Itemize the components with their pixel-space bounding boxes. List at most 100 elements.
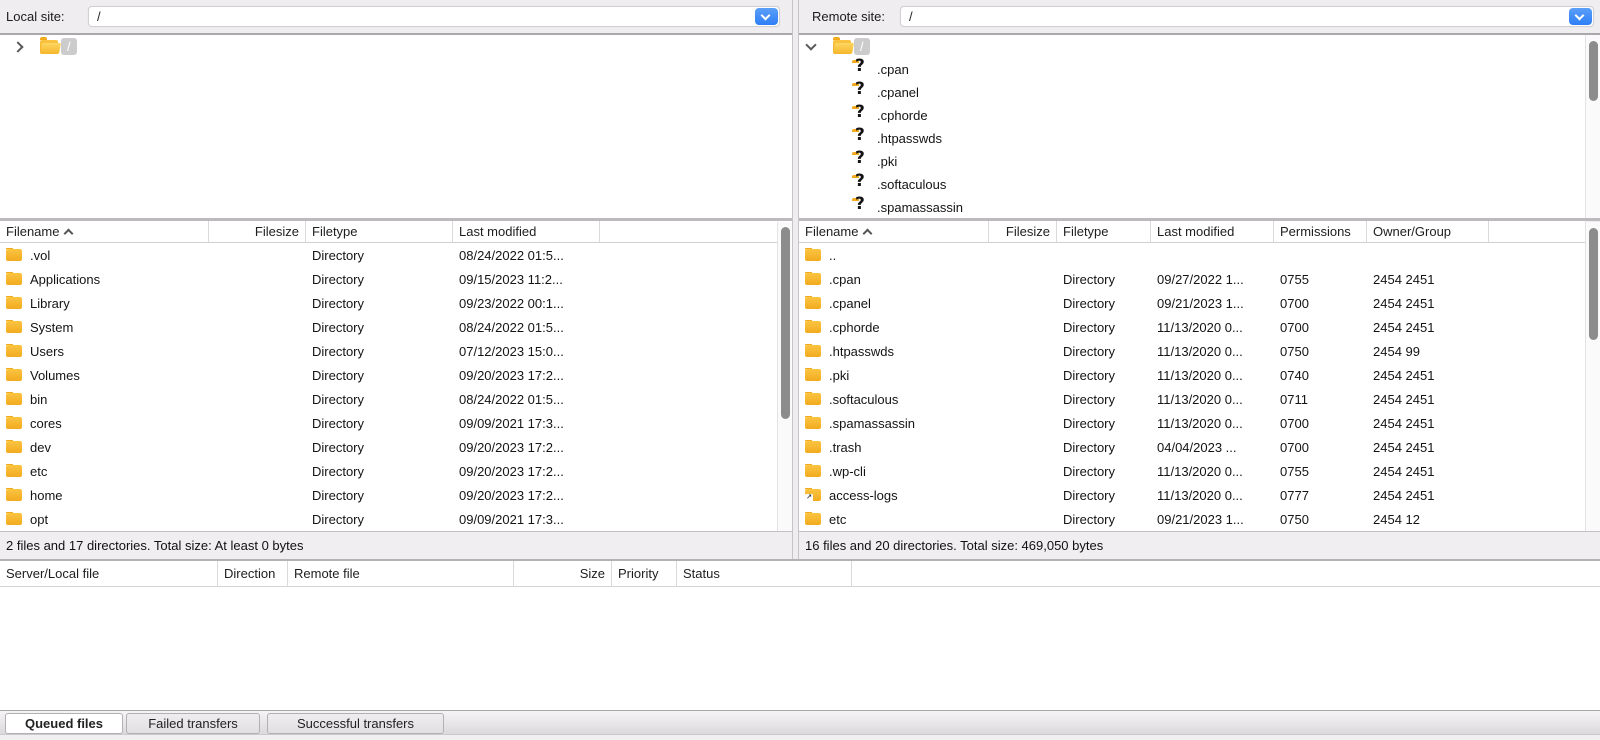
question-mark-icon: ? (855, 196, 865, 213)
file-name-label: dev (30, 440, 51, 455)
chevron-down-icon[interactable] (805, 39, 816, 50)
file-row[interactable]: optDirectory09/09/2021 17:3... (0, 507, 792, 531)
remote-tree-item[interactable]: ?.cphorde (799, 104, 1585, 127)
tab-failed-transfers[interactable]: Failed transfers (126, 713, 260, 734)
file-row[interactable]: .. (799, 243, 1585, 267)
file-row[interactable]: LibraryDirectory09/23/2022 00:1... (0, 291, 792, 315)
column-header-label: Direction (224, 561, 275, 586)
file-row[interactable]: SystemDirectory08/24/2022 01:5... (0, 315, 792, 339)
file-row[interactable]: homeDirectory09/20/2023 17:2... (0, 483, 792, 507)
remote-tree-item[interactable]: ?.spamassassin (799, 196, 1585, 218)
file-row[interactable]: VolumesDirectory09/20/2023 17:2... (0, 363, 792, 387)
column-header-filetype[interactable]: Filetype (306, 221, 453, 242)
remote-tree-item[interactable]: ?.htpasswds (799, 127, 1585, 150)
pane-splitter[interactable] (792, 0, 799, 559)
file-row[interactable]: .pkiDirectory11/13/2020 0...07402454 245… (799, 363, 1585, 387)
remote-tree-item-label: .cpan (877, 62, 909, 77)
folder-icon (805, 393, 821, 405)
column-header-permissions[interactable]: Permissions (1274, 221, 1367, 242)
file-row[interactable]: .cpanDirectory09/27/2022 1...07552454 24… (799, 267, 1585, 291)
file-filetype-cell: Directory (306, 296, 453, 311)
file-name-cell: Applications (0, 272, 209, 287)
local-list-scrollbar[interactable] (777, 222, 792, 531)
local-tree-root-label: / (61, 38, 77, 55)
remote-site-label: Remote site: (812, 9, 885, 24)
file-modified-cell: 09/23/2022 00:1... (453, 296, 600, 311)
local-list-scrollbar-thumb[interactable] (781, 227, 790, 419)
folder-icon (6, 513, 22, 525)
file-row[interactable]: etcDirectory09/21/2023 1...07502454 12 (799, 507, 1585, 531)
file-row[interactable]: ↗access-logsDirectory11/13/2020 0...0777… (799, 483, 1585, 507)
remote-tree-root-item[interactable]: / (799, 35, 1585, 58)
file-modified-cell: 08/24/2022 01:5... (453, 320, 600, 335)
remote-tree-item[interactable]: ?.cpanel (799, 81, 1585, 104)
file-row[interactable]: UsersDirectory07/12/2023 15:0... (0, 339, 792, 363)
file-row[interactable]: ApplicationsDirectory09/15/2023 11:2... (0, 267, 792, 291)
file-row[interactable]: etcDirectory09/20/2023 17:2... (0, 459, 792, 483)
column-header-server-local-file[interactable]: Server/Local file (0, 561, 218, 586)
file-name-label: access-logs (829, 488, 898, 503)
unknown-folder-icon: ? (852, 86, 870, 100)
folder-icon (6, 393, 22, 405)
file-modified-cell: 09/20/2023 17:2... (453, 464, 600, 479)
file-name-cell: .htpasswds (799, 344, 989, 359)
local-site-dropdown-button[interactable] (755, 8, 778, 25)
remote-tree-item[interactable]: ?.softaculous (799, 173, 1585, 196)
column-header-status[interactable]: Status (677, 561, 852, 586)
sort-ascending-icon (64, 228, 74, 238)
chevron-down-icon (761, 11, 771, 21)
column-header-label: Filesize (1006, 221, 1050, 242)
file-row[interactable]: .softaculousDirectory11/13/2020 0...0711… (799, 387, 1585, 411)
file-row[interactable]: .spamassassinDirectory11/13/2020 0...070… (799, 411, 1585, 435)
column-header-filetype[interactable]: Filetype (1057, 221, 1151, 242)
file-row[interactable]: devDirectory09/20/2023 17:2... (0, 435, 792, 459)
remote-list-scrollbar[interactable] (1585, 222, 1600, 531)
file-filetype-cell: Directory (306, 416, 453, 431)
column-header-last-modified[interactable]: Last modified (453, 221, 600, 242)
remote-tree-item[interactable]: ?.pki (799, 150, 1585, 173)
column-header-filename[interactable]: Filename (0, 221, 209, 242)
chevron-right-icon[interactable] (12, 41, 23, 52)
column-header-filename[interactable]: Filename (799, 221, 989, 242)
file-modified-cell: 11/13/2020 0... (1151, 392, 1274, 407)
file-row[interactable]: .volDirectory08/24/2022 01:5... (0, 243, 792, 267)
file-modified-cell: 08/24/2022 01:5... (453, 248, 600, 263)
folder-icon (6, 345, 22, 357)
column-header-size[interactable]: Size (514, 561, 612, 586)
column-header-direction[interactable]: Direction (218, 561, 288, 586)
file-name-cell: ↗access-logs (799, 488, 989, 503)
folder-icon (805, 345, 821, 357)
file-row[interactable]: .wp-cliDirectory11/13/2020 0...07552454 … (799, 459, 1585, 483)
remote-site-combobox[interactable]: / (900, 6, 1594, 27)
column-header-priority[interactable]: Priority (612, 561, 677, 586)
remote-list-scrollbar-thumb[interactable] (1589, 228, 1598, 340)
local-site-combobox[interactable]: / (88, 6, 780, 27)
chevron-down-icon (1575, 11, 1585, 21)
column-header-owner-group[interactable]: Owner/Group (1367, 221, 1489, 242)
remote-tree-scrollbar[interactable] (1585, 35, 1600, 218)
remote-tree-scrollbar-thumb[interactable] (1589, 41, 1598, 101)
file-row[interactable]: .trashDirectory04/04/2023 ...07002454 24… (799, 435, 1585, 459)
folder-icon (6, 417, 22, 429)
column-header-filesize[interactable]: Filesize (989, 221, 1057, 242)
remote-status-bar: 16 files and 20 directories. Total size:… (799, 531, 1600, 559)
tab-successful-transfers[interactable]: Successful transfers (267, 713, 444, 734)
file-row[interactable]: .cphordeDirectory11/13/2020 0...07002454… (799, 315, 1585, 339)
column-header-label: Permissions (1280, 221, 1351, 242)
column-header-filesize[interactable]: Filesize (209, 221, 306, 242)
file-name-label: bin (30, 392, 47, 407)
column-header-remote-file[interactable]: Remote file (288, 561, 514, 586)
remote-site-dropdown-button[interactable] (1569, 8, 1592, 25)
column-header-last-modified[interactable]: Last modified (1151, 221, 1274, 242)
remote-tree-item-label: .softaculous (877, 177, 946, 192)
tab-queued-files[interactable]: Queued files (5, 713, 123, 734)
file-owner-cell: 2454 99 (1367, 344, 1489, 359)
file-row[interactable]: .htpasswdsDirectory11/13/2020 0...075024… (799, 339, 1585, 363)
file-row[interactable]: binDirectory08/24/2022 01:5... (0, 387, 792, 411)
local-tree-root-item[interactable]: / (0, 35, 792, 58)
file-row[interactable]: .cpanelDirectory09/21/2023 1...07002454 … (799, 291, 1585, 315)
column-header-label: Owner/Group (1373, 221, 1451, 242)
remote-tree-item[interactable]: ?.cpan (799, 58, 1585, 81)
file-row[interactable]: coresDirectory09/09/2021 17:3... (0, 411, 792, 435)
file-name-label: .cphorde (829, 320, 880, 335)
